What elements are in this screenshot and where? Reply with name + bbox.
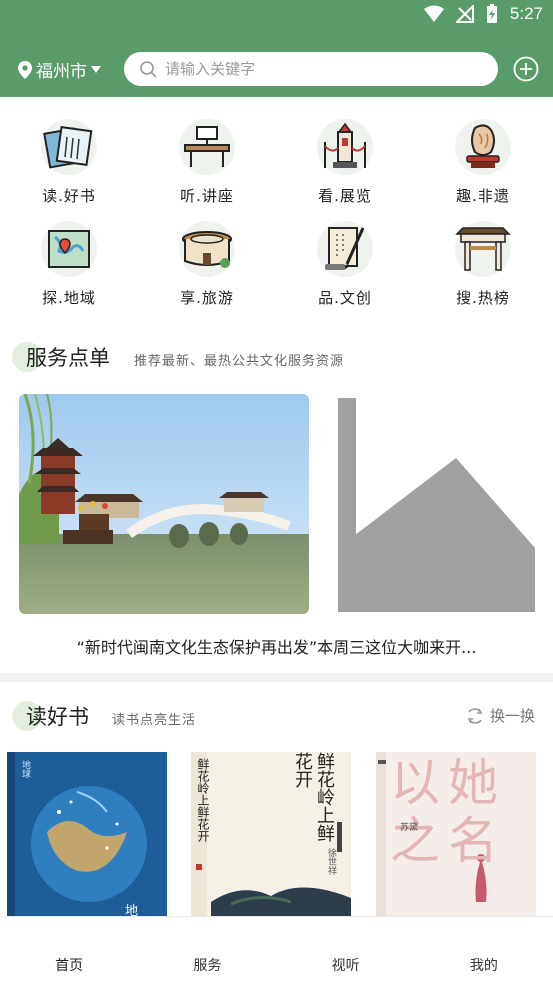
book-author: 徐世祥 xyxy=(326,848,336,875)
nav-label: 首页 xyxy=(55,958,84,974)
category-label: 搜.热榜 xyxy=(456,289,510,307)
category-lectures[interactable]: 听.讲座 xyxy=(138,113,276,215)
book-card[interactable]: 以她之名 苏黛 xyxy=(376,752,536,917)
archway-icon xyxy=(455,221,511,277)
book-card[interactable]: 地 地球 xyxy=(7,752,167,917)
add-button[interactable] xyxy=(513,56,539,82)
category-explore-region[interactable]: 探.地域 xyxy=(0,215,138,317)
refresh-icon xyxy=(467,707,483,724)
category-label: 品.文创 xyxy=(318,289,372,307)
category-label: 趣.非遗 xyxy=(456,187,510,205)
nav-label: 视听 xyxy=(331,958,360,974)
book-cover-title: 鲜花岭上鲜花开 xyxy=(292,752,335,842)
category-label: 读.好书 xyxy=(42,187,96,205)
tulou-icon xyxy=(179,221,235,277)
banner-caption[interactable]: “新时代闽南文化生态保护再出发”本周三这位大咖来开... xyxy=(0,634,553,658)
book-author: 苏黛 xyxy=(400,823,419,833)
nav-label: 服务 xyxy=(193,958,222,974)
refresh-label: 换一换 xyxy=(489,707,535,725)
section-divider xyxy=(0,673,553,682)
top-bar: 福州市 xyxy=(0,50,553,88)
lecture-desk-icon xyxy=(179,119,235,175)
wifi-icon xyxy=(423,5,444,22)
book-spine-title: 鲜花岭上鲜花开 xyxy=(196,758,210,842)
section-title: 服务点单 xyxy=(26,346,110,370)
search-icon xyxy=(140,60,157,78)
book-side-text: 地球 xyxy=(20,760,30,778)
banner-image[interactable] xyxy=(19,394,309,614)
book-card[interactable]: 鲜花岭上鲜花开 鲜花岭上鲜花开 徐世祥 xyxy=(191,752,351,917)
section-title: 读好书 xyxy=(26,705,89,729)
category-travel[interactable]: 享.旅游 xyxy=(138,215,276,317)
category-label: 看.展览 xyxy=(318,187,372,205)
city-selector[interactable]: 福州市 xyxy=(18,57,101,82)
status-icons: 5:27 xyxy=(423,4,543,24)
category-hot-list[interactable]: 搜.热榜 xyxy=(414,215,552,317)
refresh-button[interactable]: 换一换 xyxy=(466,705,535,726)
status-time: 5:27 xyxy=(509,4,543,23)
nav-profile[interactable]: 我的 xyxy=(415,917,553,981)
section-subtitle: 推荐最新、最热公共文化服务资源 xyxy=(134,354,345,369)
service-section-header: 服务点单 推荐最新、最热公共文化服务资源 xyxy=(0,338,553,378)
search-input[interactable] xyxy=(165,60,465,78)
city-name: 福州市 xyxy=(36,62,87,82)
no-signal-icon xyxy=(455,5,474,23)
heritage-stone-icon xyxy=(455,119,511,175)
category-label: 探.地域 xyxy=(42,289,96,307)
battery-charging-icon xyxy=(486,4,497,23)
book-list: 地 地球 鲜花岭上鲜花开 鲜花岭上鲜花开 徐世祥 以她之名 苏黛 xyxy=(0,752,553,917)
header: 5:27 福州市 xyxy=(0,0,553,97)
location-pin-icon xyxy=(18,60,32,79)
map-icon xyxy=(41,221,97,277)
nav-media[interactable]: 视听 xyxy=(277,917,415,981)
nav-home[interactable]: 首页 xyxy=(0,917,138,981)
book-cover-title: 地 xyxy=(125,904,139,917)
bottom-nav: 首页 服务 视听 我的 xyxy=(0,916,553,981)
search-bar[interactable] xyxy=(124,52,498,86)
category-label: 享.旅游 xyxy=(180,289,234,307)
app-screen: 5:27 福州市 读.好书 听. xyxy=(0,0,553,981)
book-scroll-icon xyxy=(41,119,97,175)
nav-services[interactable]: 服务 xyxy=(138,917,276,981)
category-grid: 读.好书 听.讲座 看.展览 趣.非遗 探.地域 享.旅游 品.文创 搜.热榜 xyxy=(0,113,553,317)
book-cover-title: 以她之名 xyxy=(390,754,506,870)
category-label: 听.讲座 xyxy=(180,187,234,205)
banner-next-placeholder[interactable] xyxy=(338,398,535,612)
exhibition-tower-icon xyxy=(317,119,373,175)
category-creative[interactable]: 品.文创 xyxy=(276,215,414,317)
brush-scroll-icon xyxy=(317,221,373,277)
category-heritage[interactable]: 趣.非遗 xyxy=(414,113,552,215)
category-read-books[interactable]: 读.好书 xyxy=(0,113,138,215)
category-exhibitions[interactable]: 看.展览 xyxy=(276,113,414,215)
nav-label: 我的 xyxy=(469,958,498,974)
section-subtitle: 读书点亮生活 xyxy=(112,713,197,728)
caret-down-icon xyxy=(91,65,101,73)
reading-section-header: 读好书 读书点亮生活 换一换 xyxy=(0,697,553,737)
status-bar: 5:27 xyxy=(0,0,553,30)
